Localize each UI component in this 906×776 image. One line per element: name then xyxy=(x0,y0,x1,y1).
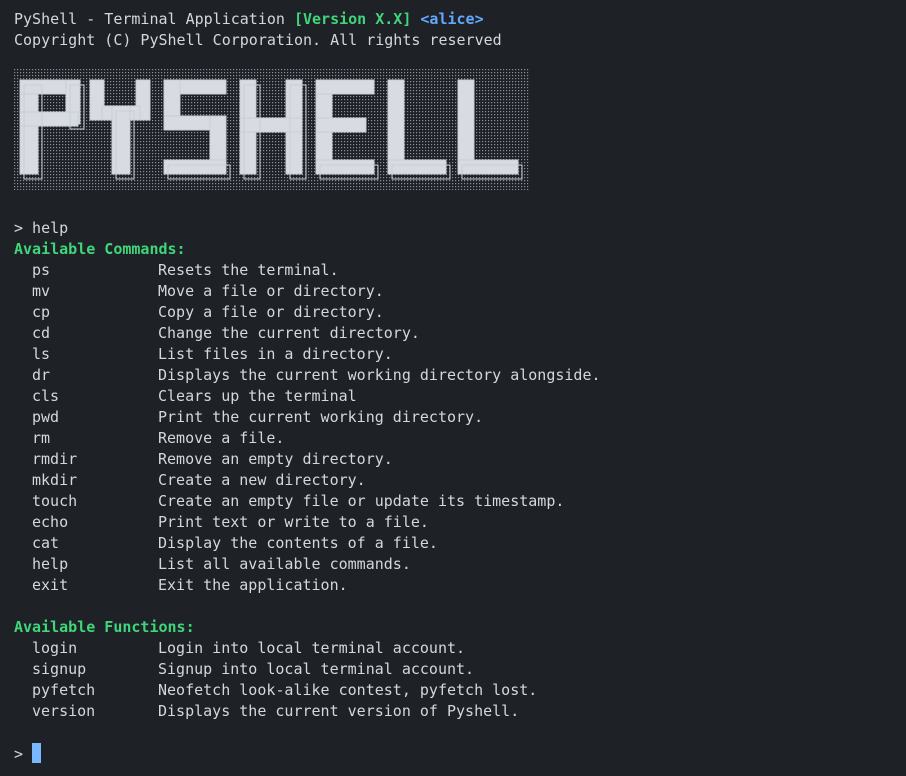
function-row-description: Displays the current version of Pyshell. xyxy=(158,702,520,720)
command-row-description: Create an empty file or update its times… xyxy=(158,492,565,510)
command-row-description: Resets the terminal. xyxy=(158,261,339,279)
command-row-description: List files in a directory. xyxy=(158,345,393,363)
function-row-version: version Displays the current version of P… xyxy=(14,701,906,722)
command-row-description: Display the contents of a file. xyxy=(158,534,438,552)
command-row-name: cd xyxy=(32,324,51,342)
functions-heading: Available Functions: xyxy=(14,618,195,636)
command-row-description: Exit the application. xyxy=(158,576,348,594)
commands-list: ps Resets the terminal. mv Move a file or d… xyxy=(14,260,906,596)
user-label: <alice> xyxy=(420,10,484,28)
command-row-touch: touch Create an empty file or update its … xyxy=(14,491,906,512)
command-row-name: rmdir xyxy=(32,450,78,468)
command-row-name: exit xyxy=(32,576,69,594)
command-row-name: cp xyxy=(32,303,51,321)
entered-command: > help xyxy=(14,219,69,237)
function-row-name: version xyxy=(32,702,96,720)
command-row-name: ls xyxy=(32,345,51,363)
command-row-ps: ps Resets the terminal. xyxy=(14,260,906,281)
function-row-name: login xyxy=(32,639,78,657)
command-row-description: Remove a file. xyxy=(158,429,285,447)
function-row-description: Login into local terminal account. xyxy=(158,639,466,657)
command-row-name: cat xyxy=(32,534,60,552)
command-row-cp: cp Copy a file or directory. xyxy=(14,302,906,323)
functions-list: login Login into local terminal account. s… xyxy=(14,638,906,722)
banner-letter-s xyxy=(163,79,227,175)
command-row-echo: echo Print text or write to a file. xyxy=(14,512,906,533)
command-row-rm: rm Remove a file. xyxy=(14,428,906,449)
copyright-line: Copyright (C) PyShell Corporation. All r… xyxy=(14,31,502,49)
command-row-name: pwd xyxy=(32,408,60,426)
banner-letter-e xyxy=(315,79,375,175)
commands-heading: Available Commands: xyxy=(14,240,186,258)
command-row-description: List all available commands. xyxy=(158,555,411,573)
prompt-symbol: > xyxy=(14,745,24,763)
function-row-description: Neofetch look-alike contest, pyfetch los… xyxy=(158,681,538,699)
command-row-rmdir: rmdir Remove an empty directory. xyxy=(14,449,906,470)
command-row-help: help List all available commands. xyxy=(14,554,906,575)
command-row-description: Change the current directory. xyxy=(158,324,420,342)
command-row-mv: mv Move a file or directory. xyxy=(14,281,906,302)
command-row-description: Move a file or directory. xyxy=(158,282,384,300)
command-row-description: Print text or write to a file. xyxy=(158,513,429,531)
title-line: PyShell - Terminal Application [Version … xyxy=(14,9,906,30)
command-row-name: help xyxy=(32,555,69,573)
prompt-line[interactable]: > xyxy=(14,743,906,764)
command-row-name: dr xyxy=(32,366,51,384)
app-title: PyShell - Terminal Application xyxy=(14,10,294,28)
command-row-description: Print the current working directory. xyxy=(158,408,484,426)
command-row-cat: cat Display the contents of a file. xyxy=(14,533,906,554)
command-row-name: cls xyxy=(32,387,60,405)
command-row-name: mv xyxy=(32,282,51,300)
command-row-cd: cd Change the current directory. xyxy=(14,323,906,344)
function-row-name: pyfetch xyxy=(32,681,96,699)
function-row-login: login Login into local terminal account. xyxy=(14,638,906,659)
command-row-mkdir: mkdir Create a new directory. xyxy=(14,470,906,491)
terminal-header: PyShell - Terminal Application [Version … xyxy=(14,9,906,51)
command-row-pwd: pwd Print the current working directory. xyxy=(14,407,906,428)
command-row-description: Copy a file or directory. xyxy=(158,303,384,321)
command-row-exit: exit Exit the application. xyxy=(14,575,906,596)
command-row-name: echo xyxy=(32,513,69,531)
command-row-name: ps xyxy=(32,261,51,279)
command-row-cls: cls Clears up the terminal xyxy=(14,386,906,407)
version-label: [Version X.X] xyxy=(293,10,412,28)
command-row-dr: dr Displays the current working directory… xyxy=(14,365,906,386)
command-row-name: mkdir xyxy=(32,471,78,489)
command-row-description: Remove an empty directory. xyxy=(158,450,393,468)
function-row-description: Signup into local terminal account. xyxy=(158,660,475,678)
pyshell-ascii-banner xyxy=(14,68,530,190)
help-output: > help Available Commands: ps Resets the … xyxy=(14,218,906,764)
command-row-name: touch xyxy=(32,492,78,510)
command-row-description: Clears up the terminal xyxy=(158,387,357,405)
function-row-signup: signup Signup into local terminal account… xyxy=(14,659,906,680)
text-cursor[interactable] xyxy=(32,743,42,763)
command-row-name: rm xyxy=(32,429,51,447)
command-row-description: Displays the current working directory a… xyxy=(158,366,601,384)
function-row-name: signup xyxy=(32,660,87,678)
function-row-pyfetch: pyfetch Neofetch look-alike contest, pyfe… xyxy=(14,680,906,701)
command-row-ls: ls List files in a directory. xyxy=(14,344,906,365)
command-row-description: Create a new directory. xyxy=(158,471,366,489)
